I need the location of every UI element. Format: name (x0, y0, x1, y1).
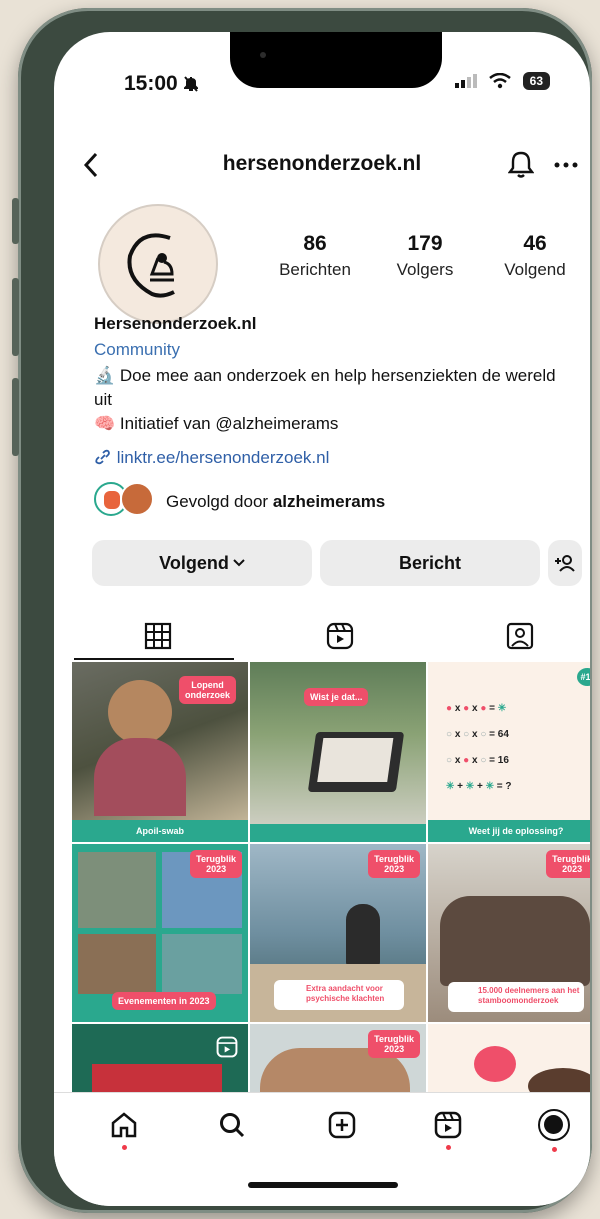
mutual-avatar-2 (120, 482, 154, 516)
suggest-people-button[interactable] (548, 540, 582, 586)
post-badge: Terugblik 2023 (368, 850, 420, 878)
profile-category: Community (94, 340, 180, 359)
brain-emoji-icon: 🧠 (94, 414, 116, 433)
post-caption: 15.000 deelnemers aan het stamboomonderz… (448, 982, 584, 1012)
photo-clothing (94, 738, 186, 816)
post-badge: Terugblik 2023 (190, 850, 242, 878)
profile-link[interactable]: linktr.ee/hersenonderzoek.nl (94, 446, 570, 470)
post-tile[interactable]: Terugblik 2023 Extra aandacht voor psych… (250, 844, 426, 1022)
bio-line-1: 🔬 Doe mee aan onderzoek en help hersenzi… (94, 366, 556, 409)
wifi-icon (488, 73, 511, 89)
notch (230, 32, 442, 88)
photo-event-1 (78, 852, 156, 928)
reel-icon (216, 1036, 238, 1058)
profile-nav-avatar[interactable] (538, 1109, 570, 1141)
mute-switch (12, 198, 19, 244)
photo-family (440, 896, 590, 986)
photo-event-4 (162, 934, 242, 994)
stat-posts[interactable]: 86 Berichten (260, 232, 370, 280)
screen: 15:00 63 hersenonderzoek.nl 86 Berichten… (54, 32, 590, 1206)
post-caption: Extra aandacht voor psychische klachten (274, 980, 404, 1010)
post-caption: Weet jij de oplossing? (428, 820, 590, 842)
puzzle-grid: ● x ● x ● = ✳ ○ x ○ x ○ = 64 ○ x ● x ○ =… (446, 703, 512, 792)
status-time: 15:00 (124, 72, 199, 96)
microscope-emoji-icon: 🔬 (94, 366, 116, 385)
photo-event-3 (78, 934, 156, 994)
reels-notification-dot (446, 1145, 451, 1150)
reels-tab-icon[interactable] (326, 622, 354, 650)
bell-icon[interactable] (508, 150, 534, 178)
mutual-avatars[interactable] (94, 482, 158, 518)
teal-band (250, 824, 426, 842)
active-tab-indicator (74, 658, 234, 660)
create-post-icon[interactable] (328, 1111, 356, 1139)
home-icon[interactable] (110, 1111, 138, 1139)
grid-tab-icon[interactable] (144, 622, 172, 650)
reels-icon[interactable] (434, 1111, 462, 1139)
post-tile[interactable]: #11 ● x ● x ● = ✳ ○ x ○ x ○ = 64 ○ x ● x… (428, 662, 590, 842)
post-tile[interactable]: Wist je dat... (250, 662, 426, 842)
status-icons: 63 (454, 72, 550, 90)
brain-illustration (474, 1046, 516, 1082)
post-badge: Lopend onderzoek (178, 676, 236, 704)
microscope-logo-icon (127, 233, 175, 298)
post-badge: Wist je dat... (304, 688, 369, 706)
add-person-icon (555, 555, 575, 572)
link-icon (95, 449, 110, 465)
chevron-down-icon (233, 559, 245, 567)
volume-up-button (12, 278, 19, 356)
search-icon[interactable] (218, 1111, 246, 1139)
more-icon[interactable] (554, 162, 578, 168)
profile-name: Hersenonderzoek.nl (94, 314, 257, 333)
volume-down-button (12, 378, 19, 456)
post-caption: Evenementen in 2023 (112, 992, 216, 1010)
message-button[interactable]: Bericht (320, 540, 540, 586)
followed-by-text[interactable]: Gevolgd door alzheimerams (166, 490, 570, 514)
tagged-tab-icon[interactable] (506, 622, 534, 650)
photo-person (346, 904, 380, 968)
post-badge: Terugblik 2023 (368, 1030, 420, 1058)
phone-frame: 15:00 63 hersenonderzoek.nl 86 Berichten… (12, 8, 592, 1213)
profile-header: hersenonderzoek.nl (54, 140, 590, 190)
bottom-nav (54, 1092, 590, 1206)
post-tile[interactable]: Lopend onderzoek Apoil-swab (72, 662, 248, 842)
home-notification-dot (122, 1145, 127, 1150)
stat-following[interactable]: 46 Volgend (480, 232, 590, 280)
profile-avatar[interactable] (98, 204, 218, 324)
post-number-badge: #11 (577, 668, 590, 686)
battery-indicator: 63 (522, 72, 550, 90)
stat-followers[interactable]: 179 Volgers (370, 232, 480, 280)
bio-line-2: 🧠 Initiatief van @alzheimerams (94, 414, 339, 433)
photo-person (108, 680, 172, 744)
photo-laptop (307, 732, 405, 792)
post-badge: Terugblik 2023 (546, 850, 590, 878)
signal-icon (454, 74, 477, 88)
profile-tabs (54, 612, 590, 660)
do-not-disturb-icon (182, 76, 199, 92)
profile-notification-dot (552, 1147, 557, 1152)
follow-button[interactable]: Volgend (92, 540, 312, 586)
post-caption: Apoil-swab (72, 820, 248, 842)
post-tile[interactable]: Terugblik 2023 Evenementen in 2023 (72, 844, 248, 1022)
post-tile[interactable]: Terugblik 2023 15.000 deelnemers aan het… (428, 844, 590, 1022)
profile-icon (544, 1115, 563, 1134)
home-indicator (248, 1182, 398, 1188)
